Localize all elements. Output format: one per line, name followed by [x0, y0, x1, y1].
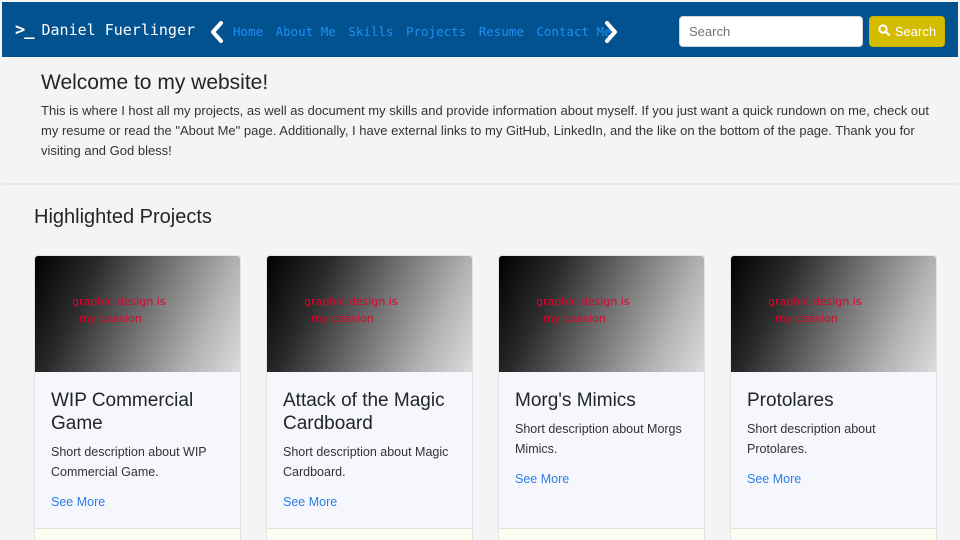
- see-more-link[interactable]: See More: [51, 495, 105, 509]
- project-title: Morg's Mimics: [515, 390, 636, 411]
- nav-link-projects[interactable]: Projects: [406, 24, 466, 39]
- project-image: graphic design is my passion: [731, 256, 936, 372]
- nav-links: Home About Me Skills Projects Resume Con…: [233, 24, 624, 39]
- search-input[interactable]: [679, 16, 863, 47]
- search-button-label: Search: [894, 24, 937, 39]
- navbar: >_ Daniel Fuerlinger Home About Me Skill…: [2, 2, 958, 57]
- terminal-icon: >_: [15, 20, 35, 40]
- see-more-link[interactable]: See More: [515, 472, 569, 486]
- project-title: WIP Commercial Game: [51, 390, 194, 434]
- card-footer: [267, 528, 472, 540]
- project-title: Protolares: [747, 390, 834, 411]
- nav-link-resume[interactable]: Resume: [479, 24, 524, 39]
- nav-link-contact-me[interactable]: Contact Me: [536, 24, 611, 39]
- card-footer: [35, 528, 240, 540]
- card-footer: [499, 528, 704, 540]
- see-more-link[interactable]: See More: [283, 495, 337, 509]
- project-description: Short description about Morgs Mimics.: [515, 422, 682, 456]
- chevron-right-icon: [603, 20, 619, 44]
- image-caption: my passion: [311, 312, 374, 325]
- chevron-left-icon: [209, 20, 225, 44]
- brand-link[interactable]: >_ Daniel Fuerlinger: [15, 20, 195, 40]
- see-more-link[interactable]: See More: [747, 472, 801, 486]
- project-card: graphic design is my passion Attack of th…: [266, 255, 473, 540]
- card-footer: [731, 528, 936, 540]
- project-title: Attack of the Magic Cardboard: [283, 390, 445, 434]
- image-caption: my passion: [775, 312, 838, 325]
- image-caption: graphic design is: [304, 295, 398, 308]
- project-image: graphic design is my passion: [267, 256, 472, 372]
- project-description: Short description about WIP Commercial G…: [51, 445, 207, 479]
- search-icon: [878, 24, 890, 39]
- project-card: graphic design is my passion WIP Commerci…: [34, 255, 241, 540]
- image-caption: my passion: [79, 312, 142, 325]
- image-caption: graphic design is: [72, 295, 166, 308]
- project-card: graphic design is my passion Morg's Mimic…: [498, 255, 705, 540]
- highlighted-projects-heading: Highlighted Projects: [34, 206, 212, 228]
- image-caption: graphic design is: [768, 295, 862, 308]
- nav-link-skills[interactable]: Skills: [348, 24, 393, 39]
- project-card: graphic design is my passion Protolares S…: [730, 255, 937, 540]
- welcome-title: Welcome to my website!: [41, 71, 269, 94]
- brand-name: Daniel Fuerlinger: [41, 21, 196, 39]
- nav-link-home[interactable]: Home: [233, 24, 263, 39]
- welcome-text: This is where I host all my projects, as…: [41, 103, 930, 158]
- project-description: Short description about Protolares.: [747, 422, 876, 456]
- welcome-section: Welcome to my website! This is where I h…: [2, 57, 958, 185]
- image-caption: my passion: [543, 312, 606, 325]
- search-button[interactable]: Search: [869, 16, 945, 47]
- image-caption: graphic design is: [536, 295, 630, 308]
- project-description: Short description about Magic Cardboard.: [283, 445, 449, 479]
- project-image: graphic design is my passion: [35, 256, 240, 372]
- project-image: graphic design is my passion: [499, 256, 704, 372]
- nav-link-about-me[interactable]: About Me: [276, 24, 336, 39]
